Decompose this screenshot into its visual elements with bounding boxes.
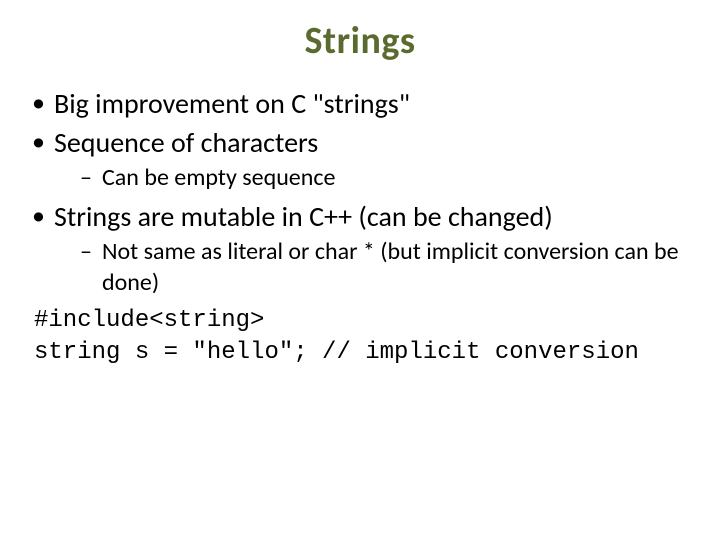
- bullet-text: Strings are mutable in C++ (can be chang…: [54, 199, 553, 234]
- slide: Strings Big improvement on C "strings" S…: [0, 0, 720, 540]
- sub-bullet-item: Can be empty sequence: [54, 162, 692, 193]
- bullet-list: Big improvement on C "strings" Sequence …: [28, 86, 692, 299]
- sub-bullet-list: Can be empty sequence: [54, 162, 692, 193]
- sub-bullet-list: Not same as literal or char * (but impli…: [54, 236, 692, 298]
- sub-bullet-text: Can be empty sequence: [102, 163, 335, 192]
- code-line: string s = "hello"; // implicit conversi…: [34, 339, 639, 366]
- slide-title: Strings: [28, 18, 692, 64]
- bullet-item: Strings are mutable in C++ (can be chang…: [28, 199, 692, 298]
- bullet-text: Big improvement on C "strings": [54, 86, 410, 121]
- sub-bullet-item: Not same as literal or char * (but impli…: [54, 236, 692, 298]
- code-block: #include<string> string s = "hello"; // …: [28, 305, 692, 370]
- bullet-item: Sequence of characters Can be empty sequ…: [28, 125, 692, 193]
- bullet-item: Big improvement on C "strings": [28, 86, 692, 121]
- bullet-text: Sequence of characters: [54, 125, 318, 160]
- sub-bullet-text: Not same as literal or char * (but impli…: [102, 237, 679, 297]
- code-line: #include<string>: [34, 307, 264, 334]
